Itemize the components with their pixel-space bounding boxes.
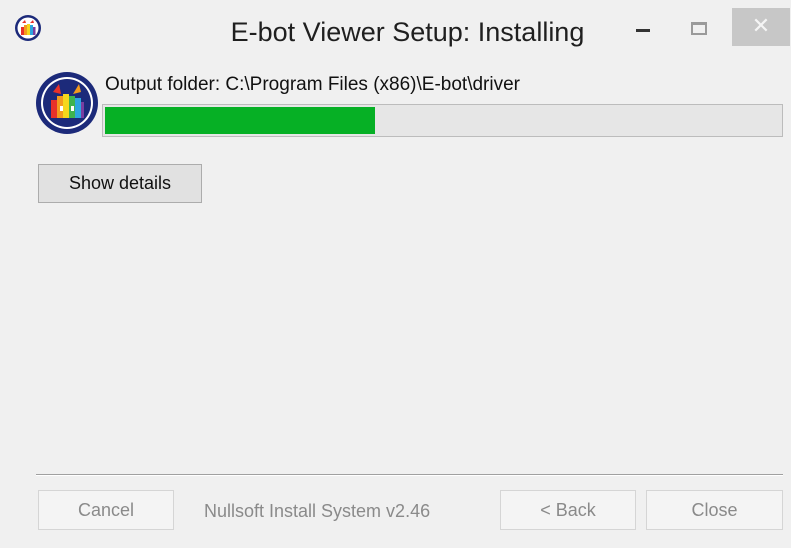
install-progress-fill: [105, 107, 375, 134]
minimize-icon: [636, 28, 650, 32]
close-window-button[interactable]: ✕: [732, 8, 790, 46]
install-progress-bar: [102, 104, 783, 137]
installer-window: E-bot Viewer Setup: Installing ✕ Output …: [0, 0, 791, 548]
cancel-button[interactable]: Cancel: [38, 490, 174, 530]
nsis-brand-label: Nullsoft Install System v2.46: [204, 501, 431, 521]
maximize-button[interactable]: [676, 8, 722, 48]
window-title: E-bot Viewer Setup: Installing: [0, 14, 791, 50]
output-folder-status: Output folder: C:\Program Files (x86)\E-…: [105, 74, 520, 95]
maximize-icon: [691, 21, 707, 35]
show-details-button[interactable]: Show details: [38, 164, 202, 203]
ebot-app-icon[interactable]: [14, 14, 42, 42]
close-button[interactable]: Close: [646, 490, 783, 530]
title-bar[interactable]: E-bot Viewer Setup: Installing ✕: [0, 0, 791, 64]
back-button[interactable]: < Back: [500, 490, 636, 530]
window-title-text: E-bot Viewer Setup: Installing: [230, 17, 585, 47]
ebot-logo-icon: [36, 72, 98, 134]
close-icon: ✕: [751, 14, 771, 39]
footer-separator: [36, 474, 783, 476]
minimize-button[interactable]: [620, 8, 666, 48]
